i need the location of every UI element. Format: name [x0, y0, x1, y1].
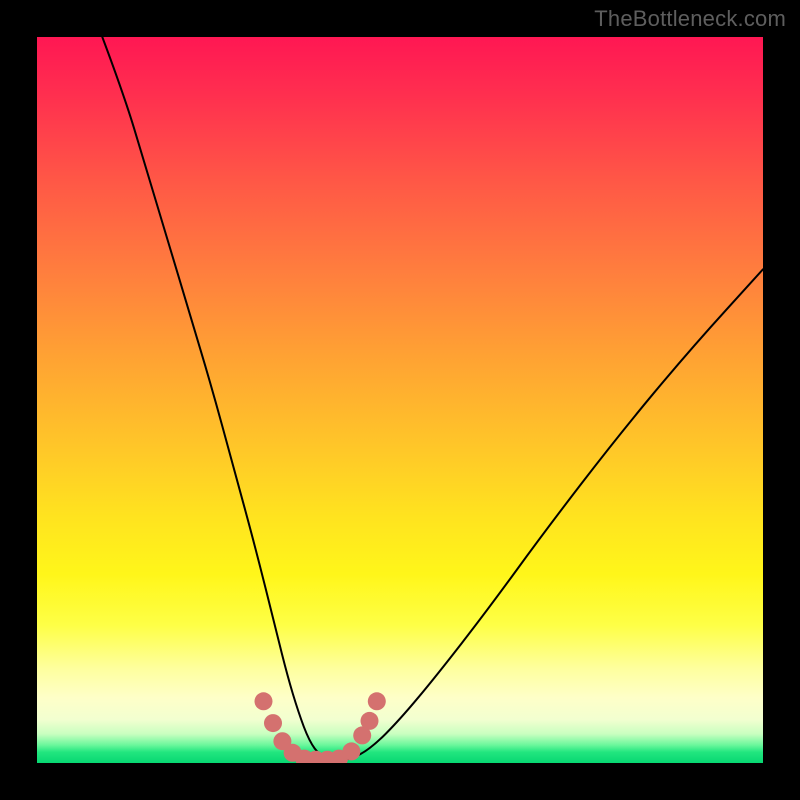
valley-marker-dot — [255, 692, 273, 710]
valley-marker-dot — [342, 742, 360, 760]
valley-marker-dot — [368, 692, 386, 710]
valley-markers — [255, 692, 386, 763]
valley-marker-dot — [264, 714, 282, 732]
main-curve — [102, 37, 763, 760]
plot-area — [37, 37, 763, 763]
valley-marker-dot — [361, 712, 379, 730]
curve-layer — [37, 37, 763, 763]
chart-stage: TheBottleneck.com — [0, 0, 800, 800]
watermark-text: TheBottleneck.com — [594, 6, 786, 32]
